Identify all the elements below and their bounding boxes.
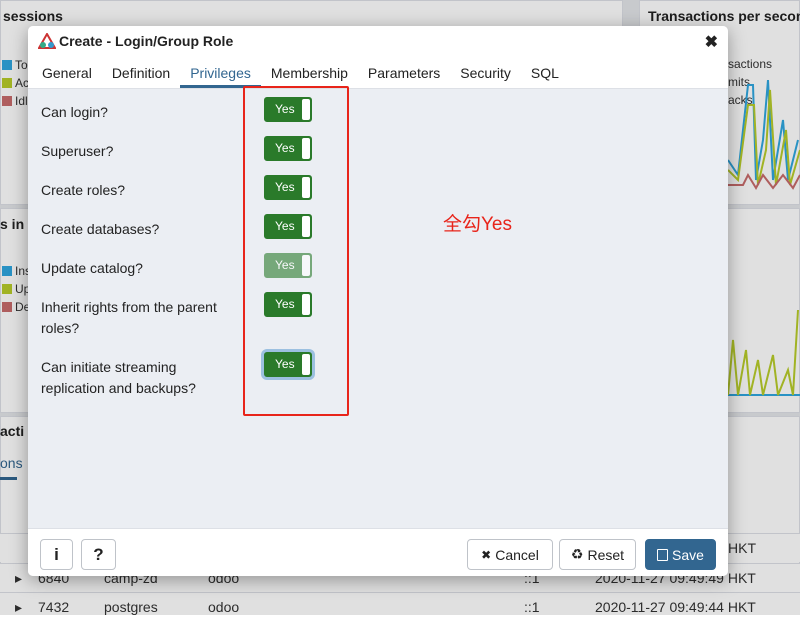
tab-membership[interactable]: Membership	[261, 56, 358, 88]
field-label-create-roles: Create roles?	[41, 182, 126, 198]
info-icon: i	[54, 544, 59, 564]
field-label-superuser: Superuser?	[41, 143, 114, 159]
field-label-create-databases: Create databases?	[41, 221, 160, 237]
role-icon	[38, 33, 56, 49]
help-button[interactable]: ?	[81, 539, 116, 570]
dialog-title: Create - Login/Group Role	[59, 33, 234, 49]
field-label-can-login: Can login?	[41, 104, 108, 120]
reset-button[interactable]: ♻ Reset	[559, 539, 636, 570]
info-button[interactable]: i	[40, 539, 73, 570]
recycle-icon: ♻	[570, 546, 584, 562]
field-label-update-catalog: Update catalog?	[41, 260, 143, 276]
field-label-replication: Can initiate streaming replication and b…	[41, 359, 196, 396]
help-icon: ?	[93, 544, 104, 564]
annotation-text: 全勾Yes	[443, 214, 512, 235]
create-role-dialog: Create - Login/Group Role ✖ General Defi…	[28, 26, 728, 576]
tab-definition[interactable]: Definition	[102, 56, 180, 88]
dialog-tabs: General Definition Privileges Membership…	[28, 56, 728, 89]
tab-privileges[interactable]: Privileges	[180, 56, 261, 88]
annotation-highlight-box	[243, 86, 349, 416]
floppy-disk-icon	[657, 548, 669, 561]
tab-sql[interactable]: SQL	[521, 56, 569, 88]
field-label-inherit-rights: Inherit rights from the parent roles?	[41, 299, 217, 336]
close-icon[interactable]: ✖	[705, 32, 718, 52]
close-icon: ✖	[481, 547, 492, 562]
dialog-footer: i ? ✖ Cancel ♻ Reset Save	[28, 528, 728, 576]
tab-parameters[interactable]: Parameters	[358, 56, 450, 88]
cancel-button[interactable]: ✖ Cancel	[467, 539, 553, 570]
tab-general[interactable]: General	[32, 56, 102, 88]
dialog-header: Create - Login/Group Role ✖	[28, 26, 728, 56]
save-button[interactable]: Save	[645, 539, 716, 570]
tab-security[interactable]: Security	[450, 56, 521, 88]
